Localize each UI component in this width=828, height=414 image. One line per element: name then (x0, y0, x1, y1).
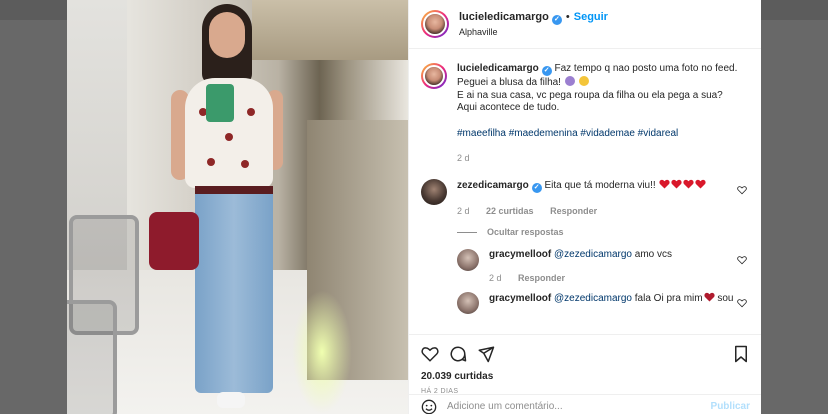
caption-line-2: Peguei a blusa da filha! (457, 77, 561, 88)
reply-text: fala Oi pra mim (634, 293, 703, 304)
comment-username[interactable]: zezedicamargo (457, 180, 529, 191)
verified-icon: ✓ (531, 182, 542, 193)
reply-item: gracymelloof @zezedicamargo amo vcs 2 d … (457, 249, 749, 284)
comment-likes[interactable]: 22 curtidas (486, 206, 534, 216)
author-username[interactable]: lucieledicamargo (459, 11, 549, 23)
reply-item: gracymelloof @zezedicamargo fala Oi pra … (457, 292, 749, 314)
red-heart-emoji (659, 179, 671, 189)
separator-dot: • (565, 11, 570, 23)
comment-item: zezedicamargo ✓ Eita que tá moderna viu!!… (421, 178, 749, 218)
post-photo[interactable] (67, 0, 408, 414)
heart-icon[interactable] (737, 185, 747, 195)
likes-count[interactable]: 20.039 curtidas (421, 371, 749, 382)
caption-line-4: Aqui acontece de tudo. (457, 102, 560, 113)
reply-text: amo vcs (634, 249, 673, 260)
verified-icon: ✓ (551, 15, 562, 25)
reply-username[interactable]: gracymelloof (489, 249, 551, 260)
heart-icon[interactable] (421, 345, 439, 363)
heart-icon[interactable] (737, 255, 747, 265)
comment-input[interactable]: Adicione um comentário... (447, 401, 711, 412)
reply-meta: 2 d Responder (489, 272, 749, 285)
red-heart-emoji (695, 179, 707, 189)
caption-hashtags[interactable]: #maeefilha #maedemenina #vidademae #vida… (457, 128, 749, 141)
post-header: lucieledicamargo ✓ • Seguir Alphaville (409, 0, 761, 49)
emoji-laughing-icon (578, 76, 589, 86)
comment-meta: 2 d 22 curtidas Responder (457, 205, 749, 218)
caption-line-3: E ai na sua casa, vc pega roupa da filha… (457, 89, 723, 101)
emoji-woman-icon (564, 76, 575, 86)
hide-replies-button[interactable]: Ocultar respostas (457, 227, 749, 237)
comment-text: Eita que tá moderna viu!! (544, 179, 656, 191)
bookmark-icon[interactable] (733, 345, 749, 363)
add-comment-bar: Adicione um comentário... Publicar (409, 394, 761, 414)
reply-text-tail: sou (717, 293, 734, 304)
red-heart-emoji (683, 179, 695, 189)
share-icon[interactable] (477, 345, 495, 363)
comments-list[interactable]: lucieledicamargo ✓ Faz tempo q nao posto … (409, 49, 761, 334)
heart-emoji (703, 292, 715, 302)
emoji-icon[interactable] (421, 399, 437, 414)
replier-avatar[interactable] (457, 292, 479, 314)
verified-icon: ✓ (541, 66, 552, 76)
comment-time[interactable]: 2 d (457, 206, 470, 216)
publish-button[interactable]: Publicar (711, 401, 750, 412)
reply-mention[interactable]: @zezedicamargo (554, 249, 632, 260)
post-dialog: lucieledicamargo ✓ • Seguir Alphaville luci… (67, 0, 761, 414)
caption-time[interactable]: 2 d (457, 153, 470, 163)
post-sidebar: lucieledicamargo ✓ • Seguir Alphaville luci… (408, 0, 761, 414)
replier-avatar[interactable] (457, 249, 479, 271)
reply-time[interactable]: 2 d (489, 273, 502, 283)
commenter-avatar[interactable] (421, 178, 447, 205)
reply-button[interactable]: Responder (550, 206, 597, 216)
hide-replies-label: Ocultar respostas (487, 227, 564, 237)
red-heart-emoji (671, 179, 683, 189)
caption-line-1: Faz tempo q nao posto uma foto no feed. (554, 63, 738, 74)
reply-mention[interactable]: @zezedicamargo (554, 293, 632, 304)
reply-button[interactable]: Responder (518, 273, 565, 283)
caption-meta: 2 d (457, 152, 749, 165)
caption-avatar[interactable] (421, 63, 447, 89)
heart-icon[interactable] (737, 298, 747, 308)
post-location[interactable]: Alphaville (459, 25, 608, 39)
follow-button[interactable]: Seguir (574, 11, 608, 23)
divider (457, 231, 477, 233)
caption-username[interactable]: lucieledicamargo (457, 63, 539, 74)
caption: lucieledicamargo ✓ Faz tempo q nao posto … (421, 63, 749, 165)
reply-username[interactable]: gracymelloof (489, 293, 551, 304)
comment-icon[interactable] (449, 345, 467, 363)
author-avatar[interactable] (421, 10, 449, 38)
